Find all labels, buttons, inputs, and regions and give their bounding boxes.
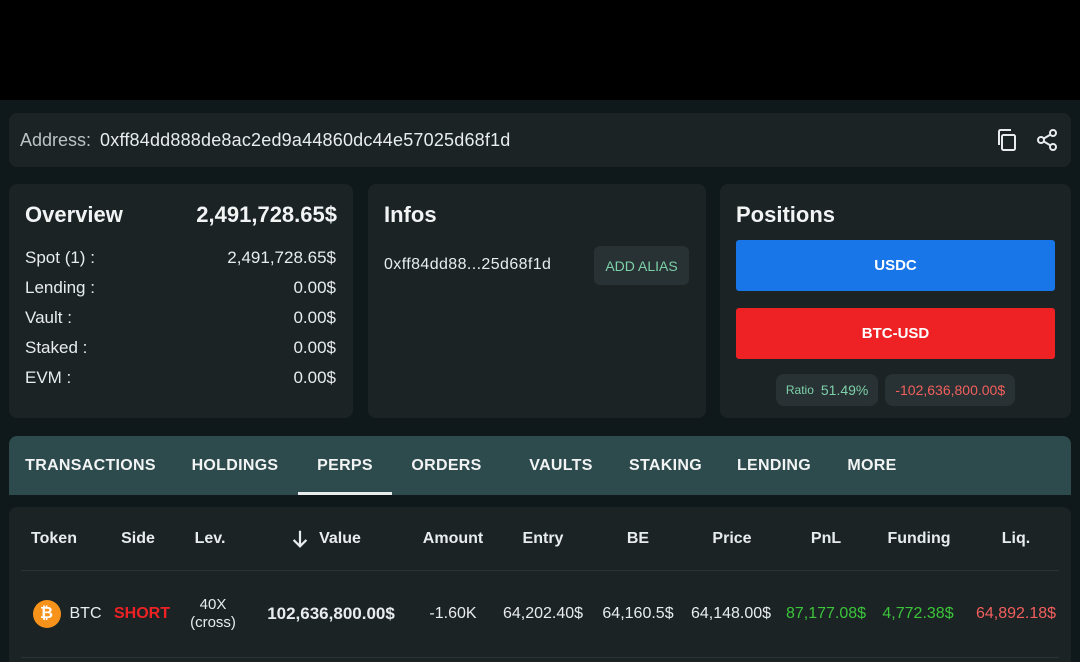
overview-row-value: 0.00$ — [293, 368, 336, 387]
overview-total: 2,491,728.65$ — [196, 202, 337, 227]
tab-bar: TRANSACTIONS HOLDINGS PERPS ORDERS VAULT… — [9, 436, 1071, 495]
copy-icon[interactable] — [994, 127, 1020, 153]
tab-lending[interactable]: LENDING — [722, 436, 826, 495]
usdc-position-button[interactable]: USDC — [736, 240, 1055, 291]
cell-be: 64,160.5$ — [602, 605, 674, 622]
infos-card: Infos 0xff84dd88...25d68f1d ADD ALIAS — [368, 184, 706, 418]
address-actions — [994, 127, 1060, 153]
column-header-entry[interactable]: Entry — [503, 507, 583, 570]
column-header-side[interactable]: Side — [103, 507, 173, 570]
cell-value: 102,636,800.00$ — [267, 604, 395, 623]
column-header-lev[interactable]: Lev. — [175, 507, 245, 570]
overview-row-value: 0.00$ — [293, 308, 336, 327]
positions-summary: Ratio 51.49% -102,636,800.00$ — [720, 374, 1071, 406]
overview-row-vault: Vault : 0.00$ — [25, 308, 336, 338]
arrow-down-icon — [292, 530, 308, 548]
column-header-amount[interactable]: Amount — [413, 507, 493, 570]
add-alias-button[interactable]: ADD ALIAS — [594, 246, 689, 285]
cell-side: SHORT — [114, 605, 170, 622]
overview-row-value: 0.00$ — [293, 338, 336, 357]
column-header-funding[interactable]: Funding — [874, 507, 964, 570]
tab-staking[interactable]: STAKING — [616, 436, 715, 495]
ratio-label: Ratio — [785, 383, 814, 397]
column-header-value[interactable]: Value — [271, 507, 379, 570]
cell-leverage: 40X (cross) — [173, 571, 253, 657]
overview-rows: Spot (1) : 2,491,728.65$ Lending : 0.00$… — [25, 248, 336, 398]
cell-pnl: 87,177.08$ — [785, 605, 867, 622]
overview-row-value: 2,491,728.65$ — [227, 248, 336, 267]
column-header-value-label: Value — [319, 529, 361, 547]
address-value: 0xff84dd888de8ac2ed9a44860dc44e57025d68f… — [100, 129, 511, 150]
cell-entry: 64,202.40$ — [502, 605, 584, 622]
overview-row-evm: EVM : 0.00$ — [25, 368, 336, 398]
leverage-mode: (cross) — [190, 614, 236, 631]
infos-title: Infos — [384, 202, 437, 227]
overview-row-label: Vault : — [25, 308, 72, 327]
tab-perps[interactable]: PERPS — [298, 436, 392, 495]
bitcoin-icon: ₿ — [32, 600, 61, 628]
cell-price: 64,148.00$ — [690, 605, 772, 622]
infos-short-address: 0xff84dd88...25d68f1d — [384, 256, 552, 273]
tab-more[interactable]: MORE — [834, 436, 910, 495]
column-header-price[interactable]: Price — [692, 507, 772, 570]
overview-row-label: Staked : — [25, 338, 88, 357]
row-divider — [21, 657, 1059, 658]
overview-title: Overview — [25, 202, 123, 227]
overview-row-spot: Spot (1) : 2,491,728.65$ — [25, 248, 336, 278]
overview-row-lending: Lending : 0.00$ — [25, 278, 336, 308]
cell-amount: -1.60K — [429, 605, 477, 622]
token-name: BTC — [69, 605, 102, 622]
overview-row-label: EVM : — [25, 368, 72, 387]
column-header-token[interactable]: Token — [19, 507, 89, 570]
net-value-badge: -102,636,800.00$ — [885, 374, 1016, 406]
positions-title: Positions — [736, 202, 836, 227]
tab-vaults[interactable]: VAULTS — [509, 436, 613, 495]
cell-funding: 4,772.38$ — [882, 605, 954, 622]
cell-token[interactable]: ₿ BTC — [27, 571, 107, 657]
positions-card: Positions USDC BTC-USD Ratio 51.49% -102… — [720, 184, 1071, 418]
wallet-page: Address: 0xff84dd888de8ac2ed9a44860dc44e… — [0, 100, 1080, 662]
ratio-value: 51.49% — [820, 382, 869, 398]
column-header-liq[interactable]: Liq. — [976, 507, 1056, 570]
net-value: -102,636,800.00$ — [895, 382, 1006, 398]
btc-usd-position-button[interactable]: BTC-USD — [736, 308, 1055, 359]
share-icon[interactable] — [1034, 127, 1060, 153]
column-header-be[interactable]: BE — [598, 507, 678, 570]
overview-card: Overview 2,491,728.65$ Spot (1) : 2,491,… — [9, 184, 353, 418]
column-header-pnl[interactable]: PnL — [786, 507, 866, 570]
overview-row-staked: Staked : 0.00$ — [25, 338, 336, 368]
overview-row-label: Lending : — [25, 278, 95, 297]
address-label: Address: — [20, 129, 92, 150]
ratio-badge: Ratio 51.49% — [775, 374, 879, 406]
address-bar: Address: 0xff84dd888de8ac2ed9a44860dc44e… — [9, 113, 1071, 167]
tab-holdings[interactable]: HOLDINGS — [175, 436, 295, 495]
cell-liq: 64,892.18$ — [975, 605, 1057, 622]
perps-table: Token Side Lev. Value Amount Entry BE Pr… — [9, 507, 1071, 662]
leverage-value: 40X — [199, 596, 227, 613]
overview-row-value: 0.00$ — [293, 278, 336, 297]
overview-row-label: Spot (1) : — [25, 248, 95, 267]
tab-orders[interactable]: ORDERS — [393, 436, 500, 495]
tab-transactions[interactable]: TRANSACTIONS — [9, 436, 172, 495]
